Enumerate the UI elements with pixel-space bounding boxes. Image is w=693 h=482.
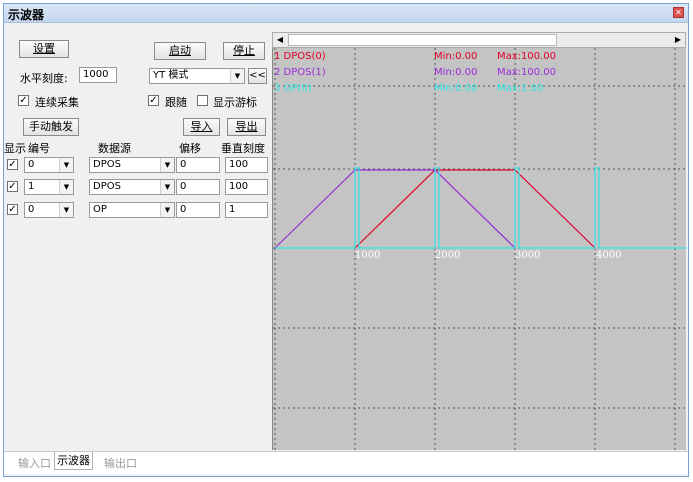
row0-id-select[interactable]: 0 ▼ xyxy=(24,157,74,173)
chevron-down-icon: ▼ xyxy=(160,158,174,172)
cursor-label: 显示游标 xyxy=(213,96,257,109)
settings-button[interactable]: 设置 xyxy=(19,40,69,58)
window-title: 示波器 xyxy=(8,8,45,22)
follow-label: 跟随 xyxy=(165,96,187,109)
bottom-tabs: 输入口 示波器 输出口 xyxy=(4,451,688,474)
row1-offset-input[interactable]: 0 xyxy=(176,179,220,195)
legend-1-name: 2 DPOS(1) xyxy=(274,67,326,78)
row1-id-value: 1 xyxy=(28,181,35,192)
x-tick-label: 3000 xyxy=(515,250,541,261)
continuous-checkbox[interactable]: ✓ xyxy=(18,95,29,106)
x-tick-label: 4000 xyxy=(596,250,622,261)
header-source: 数据源 xyxy=(98,142,131,155)
stop-button[interactable]: 停止 xyxy=(223,42,265,60)
x-tick-label: 1000 xyxy=(355,250,381,261)
legend-0-min: Min:0.00 xyxy=(434,51,478,62)
row0-source-value: DPOS xyxy=(93,159,121,170)
legend-1-min: Min:0.00 xyxy=(434,67,478,78)
row2-offset-input[interactable]: 0 xyxy=(176,202,220,218)
cursor-checkbox[interactable] xyxy=(197,95,208,106)
row1-id-select[interactable]: 1 ▼ xyxy=(24,179,74,195)
tab-input[interactable]: 输入口 xyxy=(18,455,51,471)
close-icon[interactable]: ✕ xyxy=(673,7,684,18)
header-offset: 偏移 xyxy=(179,142,201,155)
header-vscale: 垂直刻度 xyxy=(221,142,265,155)
hscale-label: 水平刻度: xyxy=(20,72,68,85)
continuous-label: 连续采集 xyxy=(35,96,79,109)
header-id: 编号 xyxy=(28,142,50,155)
header-show: 显示 xyxy=(4,142,26,155)
row2-id-value: 0 xyxy=(28,204,35,215)
tab-scope[interactable]: 示波器 xyxy=(54,452,93,470)
row0-show-checkbox[interactable]: ✓ xyxy=(7,159,18,170)
scope-plot xyxy=(273,48,687,450)
legend-0-name: 1 DPOS(0) xyxy=(274,51,326,62)
chevron-down-icon: ▼ xyxy=(59,158,73,172)
horizontal-scrollbar[interactable]: ◀ ▶ xyxy=(272,32,686,48)
row2-source-select[interactable]: OP ▼ xyxy=(89,202,175,218)
control-panel: 设置 启动 停止 水平刻度: 1000 YT 模式 ▼ << ✓ 连续采集 ✓ … xyxy=(4,23,272,451)
collapse-button[interactable]: << xyxy=(248,68,267,84)
mode-select-value: YT 模式 xyxy=(153,70,189,81)
follow-checkbox[interactable]: ✓ xyxy=(148,95,159,106)
row2-vscale-input[interactable]: 1 xyxy=(225,202,268,218)
scroll-right-icon[interactable]: ▶ xyxy=(671,33,685,47)
scroll-thumb[interactable] xyxy=(288,34,557,46)
series-line-2 xyxy=(275,167,687,249)
row0-id-value: 0 xyxy=(28,159,35,170)
chevron-down-icon: ▼ xyxy=(160,180,174,194)
tab-output[interactable]: 输出口 xyxy=(104,455,137,471)
chevron-down-icon: ▼ xyxy=(160,203,174,217)
manual-trigger-button[interactable]: 手动触发 xyxy=(23,118,79,136)
scroll-left-icon[interactable]: ◀ xyxy=(273,33,287,47)
row2-source-value: OP xyxy=(93,204,107,215)
chevron-down-icon: ▼ xyxy=(59,203,73,217)
legend-2-max: Max:1.00 xyxy=(497,83,544,94)
row2-show-checkbox[interactable]: ✓ xyxy=(7,204,18,215)
row0-vscale-input[interactable]: 100 xyxy=(225,157,268,173)
row1-show-checkbox[interactable]: ✓ xyxy=(7,181,18,192)
row1-source-select[interactable]: DPOS ▼ xyxy=(89,179,175,195)
row1-vscale-input[interactable]: 100 xyxy=(225,179,268,195)
start-button[interactable]: 启动 xyxy=(154,42,206,60)
legend-1-max: Max:100.00 xyxy=(497,67,557,78)
x-tick-label: 2000 xyxy=(435,250,461,261)
row0-source-select[interactable]: DPOS ▼ xyxy=(89,157,175,173)
mode-select[interactable]: YT 模式 ▼ xyxy=(149,68,245,84)
chevron-down-icon: ▼ xyxy=(59,180,73,194)
row1-source-value: DPOS xyxy=(93,181,121,192)
legend-2-min: Min:0.00 xyxy=(434,83,478,94)
row0-offset-input[interactable]: 0 xyxy=(176,157,220,173)
legend-2-name: 3 OP(0) xyxy=(274,83,312,94)
export-button[interactable]: 导出 xyxy=(227,118,266,136)
import-button[interactable]: 导入 xyxy=(183,118,220,136)
title-bar: 示波器 ✕ xyxy=(4,4,688,23)
legend-0-max: Max:100.00 xyxy=(497,51,557,62)
hscale-input[interactable]: 1000 xyxy=(79,67,117,83)
row2-id-select[interactable]: 0 ▼ xyxy=(24,202,74,218)
chevron-down-icon: ▼ xyxy=(230,69,244,83)
scope-display[interactable] xyxy=(272,48,687,450)
